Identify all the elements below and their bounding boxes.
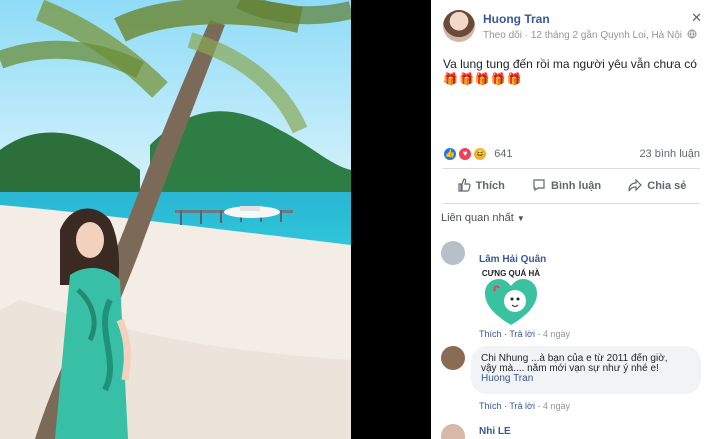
comment-sort[interactable]: Liên quan nhất ▼ (441, 212, 525, 224)
photo-gap (351, 0, 431, 439)
commenter-avatar[interactable] (441, 346, 465, 370)
post-header: Huong Tran Theo dõi · 12 tháng 2 gần Quy… (443, 10, 702, 44)
comment-time[interactable]: 4 ngày (543, 329, 570, 339)
globe-icon (685, 29, 697, 41)
haha-reaction-icon[interactable]: 😆 (473, 147, 488, 161)
post-emojis: 🎁🎁🎁🎁🎁 (443, 72, 523, 86)
commenter-name[interactable]: Lâm Hải Quân (479, 254, 546, 265)
comment-footer: Thích · Trả lời · 4 ngày (479, 329, 570, 339)
post-stats: 👍 ♥ 😆 641 23 bình luận (443, 147, 700, 163)
author-avatar[interactable] (443, 10, 475, 42)
like-button[interactable]: Thích (457, 177, 505, 195)
author-name[interactable]: Huong Tran (483, 12, 550, 26)
comment-label: Bình luận (551, 180, 602, 192)
post-meta: Theo dõi · 12 tháng 2 gần Quynh Loi, Hà … (483, 29, 697, 41)
post-photo[interactable] (0, 0, 351, 439)
post-actions: Thích Bình luận Chia sẻ (443, 172, 700, 200)
post-panel: Huong Tran Theo dõi · 12 tháng 2 gần Quy… (431, 0, 710, 439)
close-icon[interactable]: ✕ (691, 10, 702, 26)
share-icon (628, 178, 643, 195)
comment-like-link[interactable]: Thích (479, 329, 502, 339)
divider-top (443, 168, 700, 169)
sort-label: Liên quan nhất (441, 212, 514, 224)
like-reaction-icon[interactable]: 👍 (443, 147, 457, 161)
post-time-location[interactable]: 12 tháng 2 gần Quynh Loi, Hà Nội (531, 30, 682, 41)
divider-bottom (443, 203, 700, 204)
comments-count[interactable]: 23 bình luận (639, 148, 700, 160)
share-button[interactable]: Chia sẻ (628, 178, 686, 195)
comment: Nhi LE (441, 424, 700, 439)
dropdown-icon: ▼ (516, 214, 525, 223)
comment-button[interactable]: Bình luận (532, 178, 601, 195)
comment-mention[interactable]: Huong Tran (481, 373, 533, 384)
comment-reply-link[interactable]: Trả lời (509, 401, 535, 411)
commenter-avatar[interactable] (441, 424, 465, 439)
commenter-name[interactable]: Nhi LE (479, 426, 511, 437)
love-reaction-icon[interactable]: ♥ (458, 147, 473, 161)
beach-photo (0, 0, 351, 439)
follow-link[interactable]: Theo dõi (483, 30, 522, 41)
comment-reply-link[interactable]: Trả lời (509, 329, 535, 339)
comment-time[interactable]: 4 ngày (543, 401, 570, 411)
comment-like-link[interactable]: Thích (479, 401, 502, 411)
reactions-count[interactable]: 641 (494, 148, 512, 160)
comment: Lâm Hải Quân CƯNG QUÁ HÀ Thích · Trả lời… (441, 241, 700, 341)
commenter-avatar[interactable] (441, 241, 465, 265)
like-label: Thích (475, 180, 505, 192)
comment: Chi Nhung ...à bạn của e từ 2011 đến giờ… (441, 346, 701, 422)
sticker: CƯNG QUÁ HÀ (479, 269, 543, 333)
like-icon (457, 177, 471, 195)
share-label: Chia sẻ (647, 180, 687, 192)
comment-icon (532, 178, 546, 195)
comments-list: Lâm Hải Quân CƯNG QUÁ HÀ Thích · Trả lời… (431, 236, 710, 439)
comment-bubble: Chi Nhung ...à bạn của e từ 2011 đến giờ… (471, 346, 701, 394)
comment-footer: Thích · Trả lời · 4 ngày (479, 401, 570, 411)
